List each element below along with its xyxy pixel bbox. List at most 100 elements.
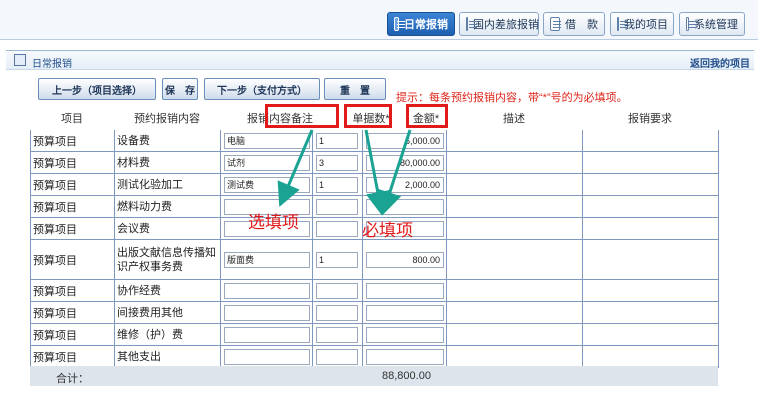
row-note-input[interactable] xyxy=(224,348,310,365)
tab-label: 国内差旅报销 xyxy=(473,19,539,31)
row-item: 出版文献信息传播知识产权事务费 xyxy=(115,240,221,279)
row-amount-input[interactable] xyxy=(366,348,444,365)
table-row: 预算项目 设备费 xyxy=(31,130,719,152)
row-amount-input[interactable] xyxy=(366,176,444,193)
row-requirement xyxy=(583,240,719,279)
row-type: 预算项目 xyxy=(31,280,115,301)
row-item: 测试化验加工 xyxy=(115,174,221,195)
row-amount-input[interactable] xyxy=(366,304,444,321)
tab-domestic-travel[interactable]: 国内差旅报销 xyxy=(459,12,539,36)
row-num-input[interactable] xyxy=(316,304,358,321)
document-icon xyxy=(394,17,405,31)
row-num xyxy=(313,130,363,151)
row-amount xyxy=(363,174,447,195)
row-num xyxy=(313,240,363,279)
row-note-input[interactable] xyxy=(224,326,310,343)
section-header: 日常报销 返回我的项目 xyxy=(6,50,754,70)
row-num-input[interactable] xyxy=(316,132,358,149)
row-type-text: 预算项目 xyxy=(33,157,77,170)
row-num xyxy=(313,174,363,195)
row-item: 会议费 xyxy=(115,218,221,239)
table-row: 预算项目 间接费用其他 xyxy=(31,302,719,324)
row-num-input[interactable] xyxy=(316,348,358,365)
row-requirement xyxy=(583,302,719,323)
save-button[interactable]: 保 存 xyxy=(162,78,198,100)
row-type: 预算项目 xyxy=(31,346,115,367)
row-note-input[interactable] xyxy=(224,282,310,299)
row-note xyxy=(221,152,313,173)
tab-label: 日常报销 xyxy=(404,19,448,31)
row-type-text: 预算项目 xyxy=(33,135,77,148)
table-body: 预算项目设备费预算项目材料费预算项目测试化验加工预算项目燃料动力费预算项目会议费… xyxy=(30,130,719,368)
row-requirement xyxy=(583,196,719,217)
row-item-text: 出版文献信息传播知识产权事务费 xyxy=(117,246,216,273)
row-note-input[interactable] xyxy=(224,251,310,268)
row-requirement xyxy=(583,174,719,195)
tab-daily-reimbursement[interactable]: 日常报销 xyxy=(387,12,455,36)
tab-label: 系统管理 xyxy=(694,19,738,31)
total-label: 合计： xyxy=(56,373,89,385)
row-item: 协作经费 xyxy=(115,280,221,301)
row-num xyxy=(313,196,363,217)
top-navigation-bar: 日常报销 国内差旅报销 借 款 我的项目 系统管理 xyxy=(0,0,758,40)
row-amount xyxy=(363,130,447,151)
table-row: 预算项目 燃料动力费 xyxy=(31,196,719,218)
row-note-input[interactable] xyxy=(224,154,310,171)
row-num xyxy=(313,218,363,239)
row-note xyxy=(221,174,313,195)
tab-my-projects[interactable]: 我的项目 xyxy=(610,12,674,36)
row-type-text: 预算项目 xyxy=(33,351,77,364)
row-item: 维修（护）费 xyxy=(115,324,221,345)
row-num-input[interactable] xyxy=(316,154,358,171)
reset-button[interactable]: 重 置 xyxy=(324,78,386,100)
row-amount xyxy=(363,324,447,345)
table-row: 预算项目 维修（护）费 xyxy=(31,324,719,346)
row-amount xyxy=(363,240,447,279)
row-requirement xyxy=(583,346,719,367)
row-num xyxy=(313,280,363,301)
row-note xyxy=(221,346,313,367)
row-num xyxy=(313,302,363,323)
row-num-input[interactable] xyxy=(316,282,358,299)
row-amount-input[interactable] xyxy=(366,154,444,171)
row-type: 预算项目 xyxy=(31,218,115,239)
row-type-text: 预算项目 xyxy=(33,223,77,236)
tab-system-admin[interactable]: 系统管理 xyxy=(679,12,745,36)
row-num-input[interactable] xyxy=(316,198,358,215)
row-description xyxy=(447,302,583,323)
row-amount-input[interactable] xyxy=(366,282,444,299)
row-requirement xyxy=(583,280,719,301)
required-fields-tip: 提示：每条预约报销内容，带“*”号的为必填项。 xyxy=(396,92,628,104)
return-my-projects-link[interactable]: 返回我的项目 xyxy=(690,55,750,70)
next-step-button[interactable]: 下一步（支付方式） xyxy=(204,78,320,100)
optional-label: 选填项 xyxy=(248,213,299,233)
row-note xyxy=(221,240,313,279)
form-icon xyxy=(14,54,26,66)
row-note-input[interactable] xyxy=(224,304,310,321)
row-amount-input[interactable] xyxy=(366,198,444,215)
row-description xyxy=(447,346,583,367)
list-icon xyxy=(617,17,628,31)
row-note-input[interactable] xyxy=(224,132,310,149)
row-type-text: 预算项目 xyxy=(33,285,77,298)
tab-loan[interactable]: 借 款 xyxy=(543,12,605,36)
header-item: 预约报销内容 xyxy=(134,113,200,125)
row-note xyxy=(221,302,313,323)
row-type: 预算项目 xyxy=(31,196,115,217)
row-num-input[interactable] xyxy=(316,220,358,237)
total-row: 合计： 88,800.00 xyxy=(30,366,718,386)
row-num-input[interactable] xyxy=(316,176,358,193)
row-description xyxy=(447,240,583,279)
row-num-input[interactable] xyxy=(316,326,358,343)
row-type: 预算项目 xyxy=(31,240,115,279)
row-type-text: 预算项目 xyxy=(33,254,77,267)
row-amount-input[interactable] xyxy=(366,132,444,149)
row-amount-input[interactable] xyxy=(366,326,444,343)
row-num xyxy=(313,324,363,345)
row-item-text: 会议费 xyxy=(117,222,150,235)
row-note-input[interactable] xyxy=(224,176,310,193)
row-amount-input[interactable] xyxy=(366,251,444,268)
row-num-input[interactable] xyxy=(316,251,358,268)
row-num xyxy=(313,152,363,173)
prev-step-button[interactable]: 上一步（项目选择） xyxy=(38,78,156,100)
